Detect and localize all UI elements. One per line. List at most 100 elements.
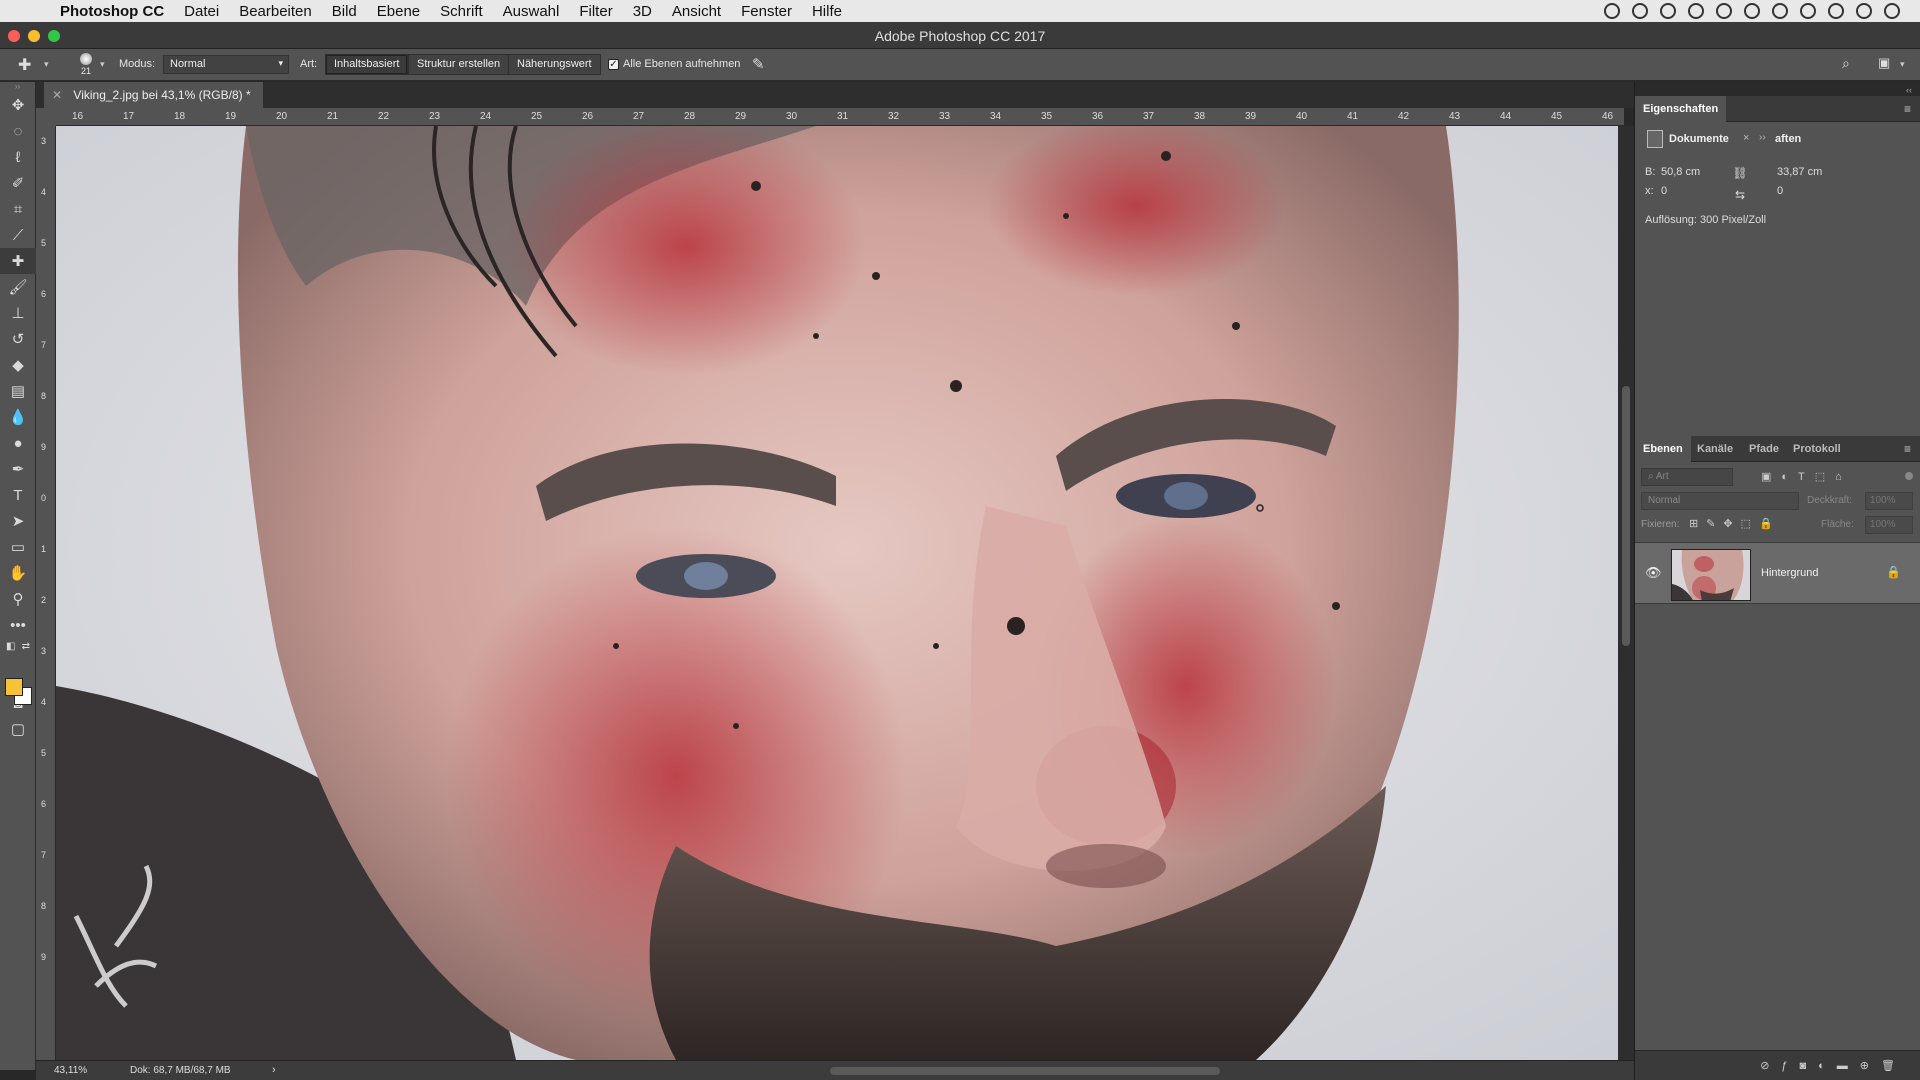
document-canvas[interactable] bbox=[56, 126, 1618, 1060]
layer-name[interactable]: Hintergrund bbox=[1761, 567, 1818, 579]
apple-menu-icon[interactable] bbox=[22, 4, 42, 18]
menu-ansicht[interactable]: Ansicht bbox=[672, 3, 721, 20]
sync-icon[interactable] bbox=[1688, 3, 1704, 19]
filter-toggle[interactable] bbox=[1905, 472, 1913, 480]
menu-auswahl[interactable]: Auswahl bbox=[503, 3, 560, 20]
healing-brush-tool-icon[interactable]: ✚ bbox=[0, 248, 36, 274]
dodge-tool-icon[interactable]: ● bbox=[0, 430, 36, 456]
close-tooltip-icon[interactable]: × bbox=[1743, 132, 1749, 144]
history-brush-tool-icon[interactable]: ↺ bbox=[0, 326, 36, 352]
layer-filter-icons[interactable]: ▣◐T⬚⌂ bbox=[1761, 470, 1852, 483]
menu-bild[interactable]: Bild bbox=[332, 3, 357, 20]
brush-chevron-down-icon[interactable]: ▾ bbox=[100, 59, 105, 70]
sample-all-layers-checkbox[interactable]: ✓ bbox=[608, 59, 619, 70]
foreground-color-swatch[interactable] bbox=[5, 678, 23, 696]
type-tool-icon[interactable]: T bbox=[0, 482, 36, 508]
toolbar-collapse-icon[interactable]: ›› bbox=[0, 82, 35, 92]
art-naeherungswert-button[interactable]: Näherungswert bbox=[508, 54, 601, 75]
time-machine-icon[interactable] bbox=[1716, 3, 1732, 19]
tab-kanaele[interactable]: Kanäle bbox=[1689, 436, 1741, 462]
screen-mode-icon[interactable]: ▢ bbox=[0, 716, 36, 742]
spotlight-search-icon[interactable] bbox=[1828, 3, 1844, 19]
vertical-scrollbar[interactable] bbox=[1618, 126, 1634, 1060]
gradient-tool-icon[interactable]: ▤ bbox=[0, 378, 36, 404]
properties-doc-tab[interactable]: Dokumente bbox=[1669, 133, 1729, 145]
path-selection-tool-icon[interactable]: ➤ bbox=[0, 508, 36, 534]
art-struktur-erstellen-button[interactable]: Struktur erstellen bbox=[408, 54, 510, 75]
height-value[interactable]: 33,87 cm bbox=[1777, 166, 1822, 178]
move-tool-icon[interactable]: ✥ bbox=[0, 92, 36, 118]
art-inhaltsbasiert-button[interactable]: Inhaltsbasiert bbox=[325, 54, 409, 75]
horizontal-ruler[interactable]: 16 17 18 19 20 21 22 23 24 25 26 27 28 2… bbox=[56, 108, 1624, 126]
link-dimensions-icon[interactable]: ⛓ ⇆ bbox=[1731, 162, 1749, 222]
tab-pfade[interactable]: Pfade bbox=[1741, 436, 1787, 462]
x-value[interactable]: 0 bbox=[1661, 185, 1667, 197]
panel-menu-icon[interactable]: ≡ bbox=[1904, 442, 1911, 456]
workspace-icon[interactable]: ▣ bbox=[1878, 55, 1890, 71]
width-value[interactable]: 50,8 cm bbox=[1661, 166, 1700, 178]
dropbox-icon[interactable] bbox=[1660, 3, 1676, 19]
siri-icon[interactable] bbox=[1856, 3, 1872, 19]
layer-row-hintergrund[interactable]: 👁 Hintergrund 🔒 bbox=[1635, 542, 1920, 604]
pressure-size-icon[interactable]: ✎ bbox=[752, 55, 765, 73]
creative-cloud-icon[interactable] bbox=[1632, 3, 1648, 19]
zoom-level-field[interactable]: 43,11% bbox=[54, 1065, 87, 1076]
photo-viking-portrait[interactable] bbox=[56, 126, 1618, 1060]
menu-datei[interactable]: Datei bbox=[184, 3, 219, 20]
brush-tool-icon[interactable]: 🖌 bbox=[0, 274, 36, 300]
fill-field[interactable]: 100% bbox=[1865, 516, 1913, 534]
more-tools-icon[interactable]: ••• bbox=[0, 612, 36, 638]
zoom-tool-icon[interactable]: ⚲ bbox=[0, 586, 36, 612]
close-document-icon[interactable]: ✕ bbox=[52, 88, 62, 102]
modus-select[interactable]: Normal ▾ bbox=[163, 55, 289, 74]
menu-app-photoshop[interactable]: Photoshop CC bbox=[60, 3, 164, 20]
layer-lock-icon[interactable]: 🔒 bbox=[1886, 565, 1901, 579]
workspace-chevron-down-icon[interactable]: ▾ bbox=[1900, 59, 1905, 70]
tab-protokoll[interactable]: Protokoll bbox=[1785, 436, 1849, 462]
search-icon[interactable]: ⌕ bbox=[1842, 55, 1850, 72]
eyedropper-tool-icon[interactable]: ⟋ bbox=[0, 222, 36, 248]
ruler-origin[interactable] bbox=[36, 108, 56, 126]
menu-hilfe[interactable]: Hilfe bbox=[812, 3, 842, 20]
healing-brush-tool-preset-icon[interactable]: ✚ bbox=[18, 55, 40, 75]
pen-tool-icon[interactable]: ✒ bbox=[0, 456, 36, 482]
layer-filter-select[interactable]: ⌕ Art bbox=[1641, 468, 1733, 486]
panel-menu-icon[interactable]: ≡ bbox=[1904, 102, 1911, 116]
menu-fenster[interactable]: Fenster bbox=[741, 3, 792, 20]
tab-ebenen[interactable]: Ebenen bbox=[1635, 436, 1691, 462]
rectangle-tool-icon[interactable]: ▭ bbox=[0, 534, 36, 560]
airplay-icon[interactable] bbox=[1800, 3, 1816, 19]
bluetooth-icon[interactable] bbox=[1744, 3, 1760, 19]
document-tab[interactable]: ✕ Viking_2.jpg bei 43,1% (RGB/8) * bbox=[44, 82, 263, 108]
vertical-scroll-thumb[interactable] bbox=[1622, 386, 1630, 646]
lock-options-icons[interactable]: ⊞✎✥⬚🔒 bbox=[1689, 517, 1781, 530]
tab-eigenschaften[interactable]: Eigenschaften bbox=[1635, 96, 1727, 122]
marquee-tool-icon[interactable]: ◌ bbox=[0, 118, 36, 144]
tool-preset-chevron-down-icon[interactable]: ▾ bbox=[44, 59, 49, 70]
default-colors-icon[interactable]: ◧ ⇄ bbox=[0, 638, 36, 654]
eraser-tool-icon[interactable]: ◆ bbox=[0, 352, 36, 378]
status-menu-chevron-icon[interactable]: › bbox=[272, 1064, 276, 1076]
brush-preset-picker[interactable]: 21 bbox=[76, 53, 96, 77]
visibility-eye-icon[interactable]: 👁 bbox=[1645, 565, 1662, 581]
blur-tool-icon[interactable]: 💧 bbox=[0, 404, 36, 430]
layer-actions-icons[interactable]: ⊘ƒ◙◐▬⊕🗑 bbox=[1760, 1059, 1907, 1072]
menu-3d[interactable]: 3D bbox=[633, 3, 652, 20]
wifi-icon[interactable] bbox=[1772, 3, 1788, 19]
blend-mode-select[interactable]: Normal bbox=[1641, 492, 1799, 510]
clone-stamp-tool-icon[interactable]: ⊥ bbox=[0, 300, 36, 326]
y-value[interactable]: 0 bbox=[1777, 185, 1783, 197]
more-icon[interactable]: ›› bbox=[1759, 132, 1766, 143]
panel-collapse-icon[interactable]: ‹‹ bbox=[1906, 85, 1912, 95]
opacity-field[interactable]: 100% bbox=[1865, 492, 1913, 510]
hand-tool-icon[interactable]: ✋ bbox=[0, 560, 36, 586]
notification-center-icon[interactable] bbox=[1884, 3, 1900, 19]
menu-ebene[interactable]: Ebene bbox=[377, 3, 420, 20]
quick-selection-tool-icon[interactable]: ✐ bbox=[0, 170, 36, 196]
lasso-tool-icon[interactable]: ℓ bbox=[0, 144, 36, 170]
vertical-ruler[interactable]: 3 4 5 6 7 8 9 0 1 2 3 4 5 6 7 8 9 bbox=[36, 126, 56, 1060]
menu-bearbeiten[interactable]: Bearbeiten bbox=[239, 3, 312, 20]
record-icon[interactable] bbox=[1604, 3, 1620, 19]
menu-filter[interactable]: Filter bbox=[579, 3, 612, 20]
horizontal-scroll-thumb[interactable] bbox=[830, 1067, 1220, 1075]
